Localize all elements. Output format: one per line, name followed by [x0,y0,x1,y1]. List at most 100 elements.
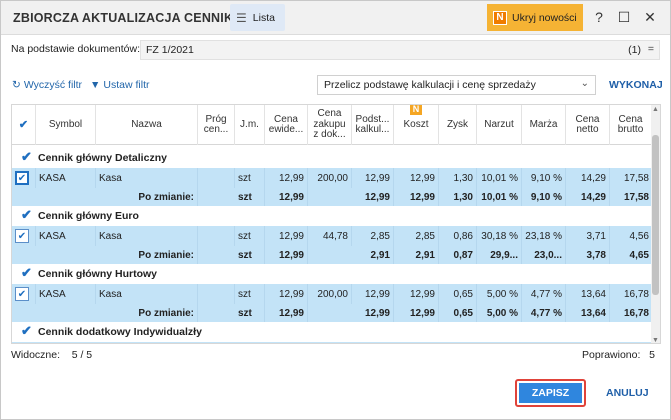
cell-prog [198,168,235,188]
cell-symbol: KASA [36,168,96,188]
cell-cena-brutto: 17,58 [623,172,649,184]
recalc-select[interactable]: Przelicz podstawę kalkulacji i cenę sprz… [317,75,596,95]
row-checkbox[interactable]: ✔ [15,171,29,185]
after-change-row: Po zmianie: szt 12,99 2,91 2,91 0,87 29,… [12,246,652,265]
cell-marza: 23,18 % [522,226,566,246]
cell-zysk: 1,30 [439,168,477,188]
cell-narzut: 5,00 % [477,304,522,323]
group-check-icon[interactable]: ✔ [21,149,32,165]
set-filter-link[interactable]: ▼ Ustaw filtr [90,79,150,91]
status-bar: Widoczne: 5 / 5 Poprawiono: 5 [1,349,670,365]
document-field[interactable]: FZ 1/2021 (1) = [140,40,660,60]
col-cena-ewid-line2: ewide... [268,124,304,135]
cell-cena-ewid: 12,99 [265,284,308,304]
fixed-count: Poprawiono: 5 [582,349,655,361]
cancel-button[interactable]: ANULUJ [606,387,649,399]
save-button-frame: ZAPISZ [515,379,586,407]
cell-cena-brutto: 16,78 [623,288,649,300]
group-title: Cennik dodatkowy Indywidualzły [38,326,202,338]
check-icon: ✔ [18,118,29,131]
cell-zysk: 0,87 [439,246,477,265]
cell-cena-netto: 3,78 [566,246,610,265]
col-podstawa-line2: kalkul... [355,124,390,135]
col-jm[interactable]: J.m. [235,105,265,145]
table-row[interactable] [12,342,652,343]
list-button[interactable]: ☰ Lista [230,4,285,31]
scroll-up-icon[interactable]: ▲ [651,106,660,113]
close-icon[interactable]: ✕ [641,9,659,26]
table-row[interactable]: ✔ KASA Kasa szt 12,99 200,00 12,99 12,99… [12,284,652,304]
col-prog[interactable]: Próg cen... [198,105,235,145]
window-title: ZBIORCZA AKTUALIZACJA CENNIKÓW [13,11,256,25]
group-row[interactable]: ✔ Cennik główny Euro [12,206,652,226]
help-icon[interactable]: ? [590,9,608,25]
cell-jm: szt [235,168,265,188]
col-symbol[interactable]: Symbol [36,105,96,145]
group-check-icon[interactable]: ✔ [21,323,32,339]
cell-podstawa: 2,85 [352,226,394,246]
clear-filter-label: Wyczyść filtr [23,79,83,91]
cell-podstawa: 12,99 [352,188,394,207]
cell-zysk: 1,30 [439,188,477,207]
funnel-icon: ▼ [90,79,101,91]
cell-cena-netto: 3,71 [566,226,610,246]
group-title: Cennik główny Hurtowy [38,268,158,280]
group-row[interactable]: ✔ Cennik główny Hurtowy [12,264,652,284]
clear-filter-link[interactable]: ↻ Wyczyść filtr [12,79,82,91]
col-narzut[interactable]: Narzut [477,105,522,145]
cell-cena-ewid: 12,99 [265,246,308,265]
cell-koszt: 2,91 [394,246,439,265]
cell-podstawa: 12,99 [352,304,394,323]
scrollbar-thumb[interactable] [652,135,659,295]
news-badge-icon: N [493,10,507,25]
cell-jm: szt [235,246,265,265]
cell-nazwa: Kasa [96,168,198,188]
cell-symbol: KASA [36,284,96,304]
cell-narzut: 29,9... [477,246,522,265]
col-koszt-label: Koszt [403,118,429,130]
select-all-checkbox[interactable]: ✔ [12,105,36,145]
cell-podstawa: 12,99 [352,284,394,304]
save-button[interactable]: ZAPISZ [519,383,582,403]
col-cena-zakupu[interactable]: Cena zakupu z dok... [308,105,352,145]
cell-narzut: 30,18 % [477,226,522,246]
fixed-value: 5 [649,349,655,361]
vertical-scrollbar[interactable]: ▲ ▼ [651,105,660,343]
group-row[interactable]: ✔ Cennik główny Detaliczny [12,148,652,168]
row-checkbox-cell: ✔ [12,284,36,304]
cell-nazwa: Kasa [96,284,198,304]
cell-narzut: 5,00 % [477,284,522,304]
cell-narzut: 10,01 % [477,168,522,188]
hide-news-button[interactable]: N Ukryj nowości [487,4,583,31]
col-koszt[interactable]: N Koszt [394,105,439,145]
cell-koszt: 12,99 [394,304,439,323]
col-marza[interactable]: Marża [522,105,566,145]
after-change-row: Po zmianie: szt 12,99 12,99 12,99 1,30 1… [12,188,652,207]
col-zysk[interactable]: Zysk [439,105,477,145]
cell-podstawa: 12,99 [352,168,394,188]
after-change-label: Po zmianie: [96,188,198,207]
col-podstawa[interactable]: Podst... kalkul... [352,105,394,145]
document-menu-icon[interactable]: = [648,43,654,55]
col-cena-brutto[interactable]: Cena brutto [610,105,652,145]
row-checkbox[interactable]: ✔ [15,287,29,301]
col-prog-line2: cen... [203,124,229,135]
maximize-icon[interactable]: ☐ [615,9,633,26]
cell-koszt: 12,99 [394,284,439,304]
group-check-icon[interactable]: ✔ [21,207,32,223]
col-cena-netto[interactable]: Cena netto [566,105,610,145]
run-button[interactable]: WYKONAJ [609,79,663,91]
cell-jm: szt [235,304,265,323]
col-nazwa[interactable]: Nazwa [96,105,198,145]
title-bar: ZBIORCZA AKTUALIZACJA CENNIKÓW ☰ Lista N… [1,1,670,35]
after-change-row: Po zmianie: szt 12,99 12,99 12,99 0,65 5… [12,304,652,323]
chevron-down-icon: ⌄ [580,78,589,89]
cell-zysk: 0,65 [439,304,477,323]
table-row[interactable]: ✔ KASA Kasa szt 12,99 200,00 12,99 12,99… [12,168,652,188]
scroll-down-icon[interactable]: ▼ [651,337,660,343]
col-cena-ewid[interactable]: Cena ewide... [265,105,308,145]
row-checkbox[interactable]: ✔ [15,229,29,243]
group-check-icon[interactable]: ✔ [21,265,32,281]
group-row[interactable]: ✔ Cennik dodatkowy Indywidualzły [12,322,652,342]
table-row[interactable]: ✔ KASA Kasa szt 12,99 44,78 2,85 2,85 0,… [12,226,652,246]
